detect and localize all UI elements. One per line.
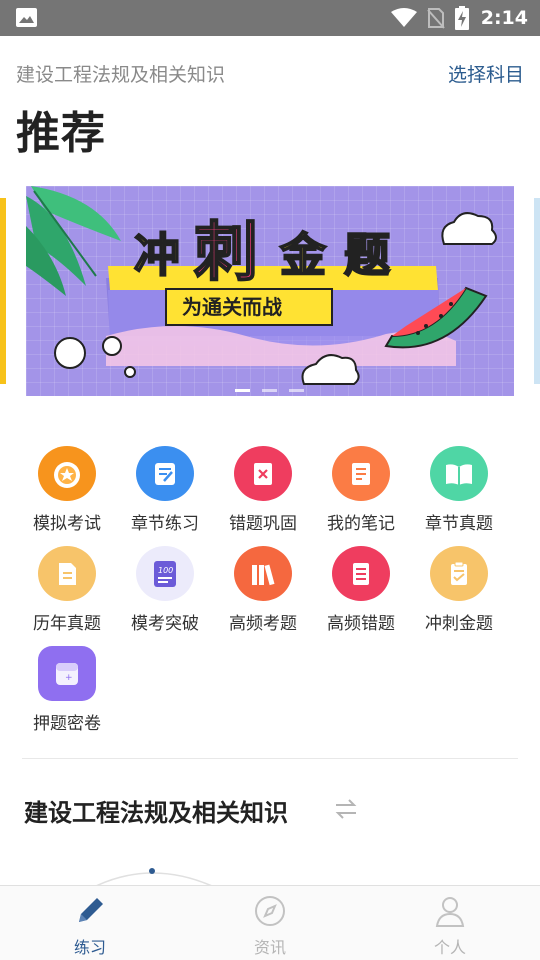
edit-doc-icon	[136, 446, 194, 501]
grid-item-label: 章节真题	[425, 514, 493, 534]
grid-item-label: 错题巩固	[229, 514, 297, 534]
grid-item-frequent-mistakes[interactable]: 高频错题	[312, 546, 410, 634]
grid-item-wrong-questions[interactable]: 错题巩固	[214, 446, 312, 534]
grid-item-past-papers[interactable]: 历年真题	[18, 546, 116, 634]
svg-text:100: 100	[158, 566, 173, 575]
books-icon	[234, 546, 292, 601]
previous-banner-peek[interactable]	[0, 198, 6, 384]
subject-subtitle: 建设工程法规及相关知识	[16, 64, 226, 86]
battery-charging-icon	[454, 6, 469, 30]
feature-grid: 模拟考试 章节练习 错题巩固 我的笔记 章节真题 历年真题 100 模考突破 高…	[18, 446, 518, 734]
next-banner-peek[interactable]	[534, 198, 540, 384]
page-title: 推荐	[16, 108, 106, 159]
medal-icon	[38, 446, 96, 501]
grid-item-label: 押题密卷	[33, 714, 101, 734]
image-notification-icon	[16, 8, 37, 27]
tab-label: 练习	[73, 938, 106, 957]
grid-item-label: 章节练习	[131, 514, 199, 534]
banner-slide[interactable]: 冲 刺 金 题 为通关而战	[26, 186, 514, 396]
secret-paper-icon: +	[38, 646, 96, 701]
tab-label: 个人	[433, 938, 466, 957]
score-icon: 100	[136, 546, 194, 601]
pencil-icon	[79, 898, 103, 922]
banner-slogan: 为通关而战	[182, 295, 282, 319]
tab-profile[interactable]: 个人	[360, 886, 540, 960]
banner-artwork: 冲 刺 金 题 为通关而战	[26, 186, 497, 385]
svg-text:+: +	[65, 673, 73, 683]
grid-item-label: 我的笔记	[327, 514, 395, 534]
tab-practice[interactable]: 练习	[0, 886, 180, 960]
grid-item-label: 模考突破	[131, 614, 199, 634]
grid-item-mock-breakthrough[interactable]: 100 模考突破	[116, 546, 214, 634]
book-icon	[430, 446, 488, 501]
grid-item-label: 高频考题	[229, 614, 297, 634]
status-bar: 2:14	[0, 0, 540, 36]
no-sim-icon	[426, 8, 445, 29]
carousel-dot[interactable]	[235, 389, 250, 392]
grid-item-mock-exam[interactable]: 模拟考试	[18, 446, 116, 534]
status-time: 2:14	[480, 7, 528, 29]
bottom-tab-bar: 练习 资讯 个人	[0, 885, 540, 960]
grid-item-chapter-practice[interactable]: 章节练习	[116, 446, 214, 534]
tab-label: 资讯	[253, 938, 286, 957]
grid-item-chapter-real[interactable]: 章节真题	[410, 446, 508, 534]
list-doc-icon	[332, 546, 390, 601]
doc-icon	[38, 546, 96, 601]
compass-icon	[255, 896, 285, 926]
person-icon	[435, 897, 465, 927]
banner-carousel[interactable]: 冲 刺 金 题 为通关而战	[0, 186, 540, 396]
progress-gauge	[96, 868, 213, 886]
grid-item-secret-paper[interactable]: + 押题密卷	[18, 646, 116, 734]
wrong-doc-icon	[234, 446, 292, 501]
banner-title-char-1: 冲	[134, 228, 180, 282]
carousel-dot[interactable]	[262, 389, 277, 392]
grid-item-label: 历年真题	[33, 614, 101, 634]
clipboard-icon	[430, 546, 488, 601]
grid-item-label: 模拟考试	[33, 514, 101, 534]
banner-title-char-2: 刺	[194, 216, 258, 290]
carousel-dot[interactable]	[289, 389, 304, 392]
note-icon	[332, 446, 390, 501]
select-subject-link[interactable]: 选择科目	[448, 60, 524, 87]
banner-title-char-4: 题	[344, 228, 390, 282]
tab-news[interactable]: 资讯	[180, 886, 360, 960]
grid-item-sprint-questions[interactable]: 冲刺金题	[410, 546, 508, 634]
banner-title-char-3: 金	[279, 228, 327, 282]
cloud-icon	[441, 212, 497, 245]
carousel-indicator	[235, 389, 304, 392]
wifi-icon	[390, 8, 417, 27]
grid-item-my-notes[interactable]: 我的笔记	[312, 446, 410, 534]
grid-item-frequent-questions[interactable]: 高频考题	[214, 546, 312, 634]
grid-item-label: 高频错题	[327, 614, 395, 634]
section-title: 建设工程法规及相关知识	[24, 799, 288, 827]
grid-item-label: 冲刺金题	[425, 614, 493, 634]
switch-icon[interactable]	[334, 798, 358, 820]
section-divider	[22, 758, 518, 759]
